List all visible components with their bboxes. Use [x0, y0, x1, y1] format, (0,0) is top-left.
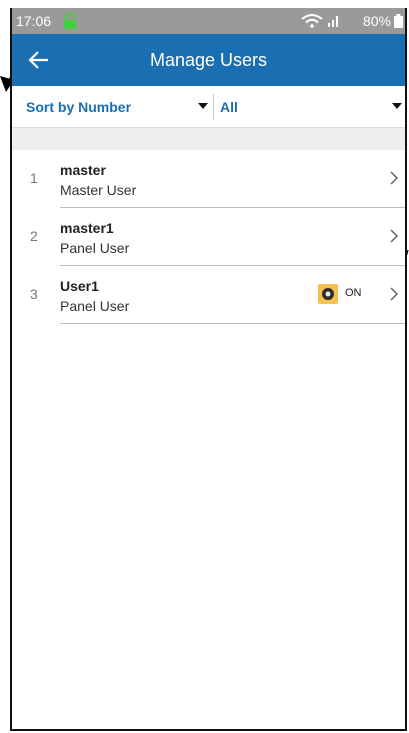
user-name: master1 — [60, 220, 114, 236]
sort-dropdown[interactable]: Sort by Number — [12, 86, 212, 127]
list-spacer — [12, 128, 405, 150]
chevron-right-icon — [390, 229, 399, 243]
status-time: 17:06 — [16, 13, 52, 29]
lock-icon — [64, 13, 76, 29]
user-type: Master User — [60, 182, 137, 198]
chevron-down-icon — [392, 103, 402, 109]
chevron-right-icon — [390, 287, 399, 301]
sort-dropdown-label: Sort by Number — [26, 99, 132, 115]
user-number: 1 — [30, 170, 38, 186]
battery-icon — [394, 14, 403, 28]
user-type: Panel User — [60, 240, 130, 256]
user-row-user1[interactable]: 3 User1 Panel User ON — [12, 266, 405, 324]
app-bar: Manage Users — [12, 34, 405, 86]
screenshot-page: 17:06 80% Manage Users Sort by Number Al… — [0, 0, 409, 733]
user-status-text: ON — [345, 287, 362, 299]
user-number: 3 — [30, 286, 38, 302]
user-row-master1[interactable]: 2 master1 Panel User — [12, 208, 405, 266]
chevron-right-icon — [390, 171, 399, 185]
signal-icon — [328, 16, 338, 27]
filter-bar: Sort by Number All — [12, 86, 405, 128]
status-bar: 17:06 80% — [12, 8, 405, 34]
battery-percentage: 80% — [362, 13, 391, 29]
user-type: Panel User — [60, 298, 130, 314]
user-name: User1 — [60, 278, 99, 294]
row-divider — [60, 323, 405, 324]
tag-icon — [318, 284, 338, 304]
phone-screen: 17:06 80% Manage Users Sort by Number Al… — [10, 8, 407, 731]
page-title: Manage Users — [149, 50, 268, 70]
user-row-master[interactable]: 1 master Master User — [12, 150, 405, 208]
chevron-down-icon — [198, 103, 208, 109]
user-type-dropdown-label: All — [220, 99, 238, 115]
user-name: master — [60, 162, 106, 178]
user-number: 2 — [30, 228, 38, 244]
user-list: 1 master Master User 2 master1 Panel Use… — [12, 150, 405, 324]
arrow-left-icon[interactable] — [26, 47, 52, 73]
user-type-dropdown[interactable]: All — [214, 86, 405, 127]
wifi-icon — [301, 14, 323, 28]
